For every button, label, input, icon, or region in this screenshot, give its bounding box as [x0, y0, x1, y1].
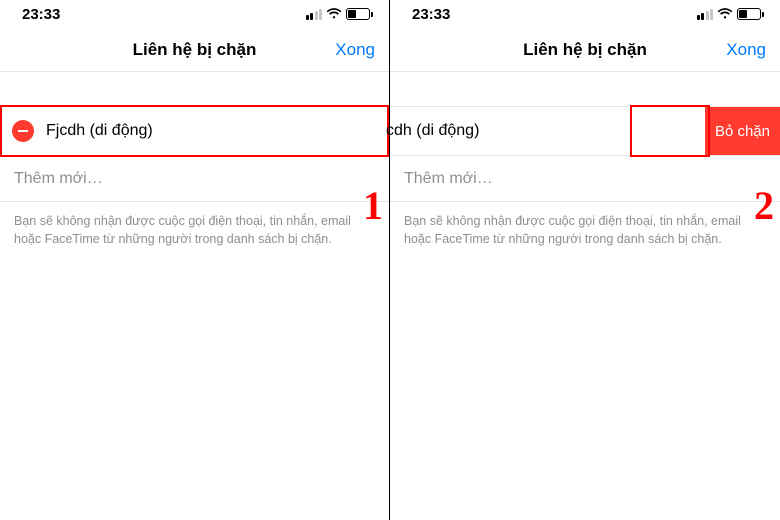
- page-title: Liên hệ bị chặn: [133, 40, 257, 60]
- footer-description: Bạn sẽ không nhận được cuộc gọi điện tho…: [0, 202, 389, 258]
- step-number: 1: [363, 182, 383, 229]
- wifi-icon: [717, 8, 733, 20]
- contact-row-swiped[interactable]: cdh (di động) Bỏ chặn: [390, 107, 780, 155]
- done-button[interactable]: Xong: [726, 40, 766, 60]
- status-bar: 23:33: [390, 0, 780, 28]
- battery-icon: [737, 8, 764, 20]
- add-new-row[interactable]: Thêm mới…: [0, 156, 389, 202]
- blocked-contacts-section: Fjcdh (di động): [0, 106, 389, 156]
- highlight-box: [630, 105, 710, 157]
- battery-icon: [346, 8, 373, 20]
- status-bar: 23:33: [0, 0, 389, 28]
- status-time: 23:33: [22, 6, 60, 23]
- delete-icon[interactable]: [12, 120, 34, 142]
- done-button[interactable]: Xong: [335, 40, 375, 60]
- status-icons: [697, 8, 765, 20]
- nav-header: Liên hệ bị chặn Xong: [390, 28, 780, 72]
- add-new-row[interactable]: Thêm mới…: [390, 156, 780, 202]
- step-number: 2: [754, 182, 774, 229]
- nav-header: Liên hệ bị chặn Xong: [0, 28, 389, 72]
- screenshot-pane-2: 23:33 Liên hệ bị chặn Xong: [390, 0, 780, 520]
- contact-row[interactable]: Fjcdh (di động): [0, 107, 389, 155]
- status-icons: [306, 8, 374, 20]
- footer-description: Bạn sẽ không nhận được cuộc gọi điện tho…: [390, 202, 780, 258]
- contact-name: cdh (di động): [386, 122, 479, 140]
- page-title: Liên hệ bị chặn: [523, 40, 647, 60]
- wifi-icon: [326, 8, 342, 20]
- add-new-label: Thêm mới…: [14, 170, 103, 188]
- add-new-label: Thêm mới…: [404, 170, 493, 188]
- blocked-contacts-section: cdh (di động) Bỏ chặn: [390, 106, 780, 156]
- status-time: 23:33: [412, 6, 450, 23]
- screenshot-pane-1: 23:33 Liên hệ bị chặn Xong: [0, 0, 390, 520]
- signal-icon: [306, 8, 323, 20]
- unblock-button[interactable]: Bỏ chặn: [705, 107, 780, 155]
- signal-icon: [697, 8, 714, 20]
- contact-name: Fjcdh (di động): [46, 122, 153, 140]
